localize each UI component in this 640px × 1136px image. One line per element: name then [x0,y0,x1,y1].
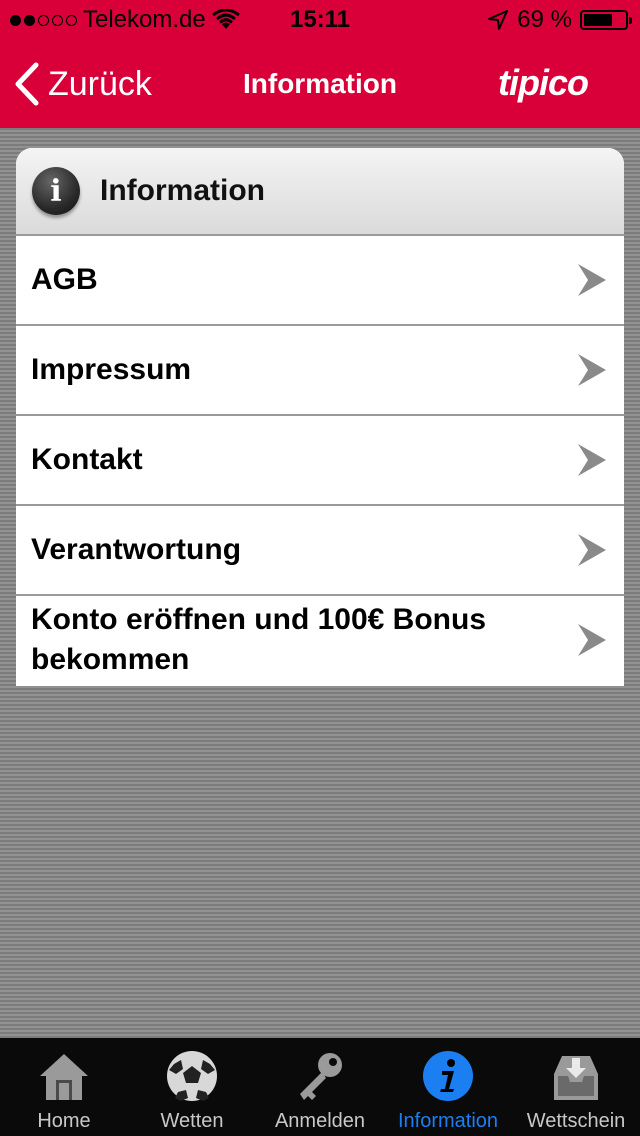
home-icon [40,1054,88,1100]
tab-wetten[interactable]: Wetten [128,1038,256,1136]
menu-item-verantwortung[interactable]: Verantwortung [16,506,624,596]
menu-item-label: Kontakt [31,443,143,476]
menu-item-konto-eroeffnen[interactable]: Konto eröffnen und 100€ Bonus bekommen [16,596,624,684]
tab-home[interactable]: Home [0,1038,128,1136]
chevron-right-icon [578,444,606,476]
menu-item-label: Verantwortung [31,533,242,566]
menu-item-agb[interactable]: AGB [16,236,624,326]
inbox-icon [554,1056,598,1100]
chevron-right-icon [578,534,606,566]
chevron-right-icon [578,354,606,386]
battery-icon [580,10,632,30]
soccer-ball-icon [167,1051,217,1101]
panel-title: Information [100,174,265,207]
location-arrow-icon [488,10,509,30]
menu-item-label: Konto eröffnen und 100€ Bonus bekommen [31,603,487,676]
tab-anmelden[interactable]: Anmelden [256,1038,384,1136]
menu-item-label: AGB [31,263,98,296]
panel-header: i Information [16,148,624,236]
brand-logo: tipico [498,62,589,103]
tab-information[interactable]: Information [384,1038,512,1136]
status-right: 69 % [487,6,632,34]
info-icon [423,1051,473,1101]
tab-label: Anmelden [274,1110,366,1132]
information-panel: i Information AGB Impressum Kontakt Vera… [16,148,624,686]
info-icon: i [32,167,80,215]
tab-label: Information [397,1110,499,1132]
chevron-right-icon [578,264,606,296]
tab-bar: Home Wetten Anmelden Information Wettsch… [0,1038,640,1136]
tab-label: Wettschein [526,1110,626,1132]
key-icon [300,1053,342,1100]
menu-item-kontakt[interactable]: Kontakt [16,416,624,506]
status-bar: Telekom.de 15:11 69 % [0,0,640,40]
navigation-bar: Zurück Information tipico [0,40,640,128]
chevron-right-icon [578,624,606,656]
battery-percent: 69 % [517,6,572,33]
menu-item-label: Impressum [31,353,192,386]
tab-label: Home [37,1110,91,1132]
menu-item-impressum[interactable]: Impressum [16,326,624,416]
tab-wettschein[interactable]: Wettschein [512,1038,640,1136]
tab-label: Wetten [160,1110,224,1132]
